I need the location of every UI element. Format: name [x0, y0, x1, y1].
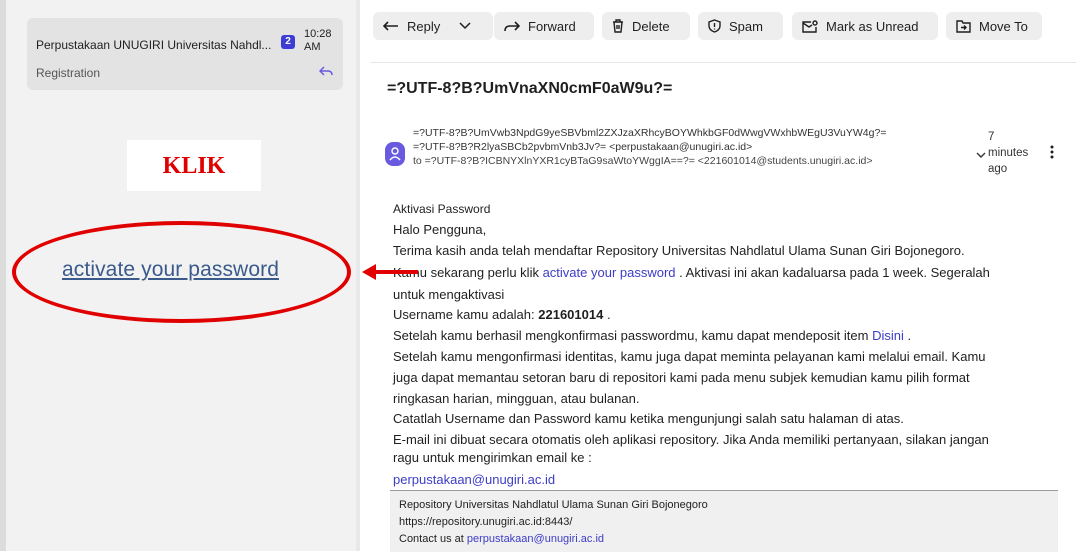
- mark-as-unread-label: Mark as Unread: [826, 18, 919, 34]
- reply-separator: [452, 17, 453, 35]
- shield-icon: [708, 19, 721, 33]
- footer-repository-link[interactable]: https://repository.unugiri.ac.id:8443/: [399, 516, 572, 528]
- reply-icon: [318, 64, 333, 82]
- username-value: 221601014: [538, 307, 604, 322]
- body-activation-line2: untuk mengaktivasi: [393, 287, 505, 302]
- delete-button[interactable]: Delete: [602, 12, 690, 40]
- received-time-suffix: ago: [988, 163, 1008, 175]
- body-thanks: Terima kasih anda telah mendaftar Reposi…: [393, 243, 965, 258]
- spam-label: Spam: [729, 18, 763, 34]
- message-sender: Perpustakaan UNUGIRI Universitas Nahdl..…: [36, 38, 272, 52]
- disini-link[interactable]: Disini: [872, 328, 904, 343]
- activation-suffix: . Aktivasi ini akan kadaluarsa pada 1 we…: [675, 265, 990, 280]
- body-auto-email-line1: E-mail ini dibuat secara otomatis oleh a…: [393, 432, 989, 447]
- footer-contact-prefix: Contact us at: [399, 533, 467, 545]
- forward-icon: [504, 20, 520, 32]
- forward-button[interactable]: Forward: [494, 12, 594, 40]
- body-service-line1: Setelah kamu mengonfirmasi identitas, ka…: [393, 349, 986, 364]
- body-note-line: Catatlah Username dan Password kamu keti…: [393, 411, 904, 426]
- reply-button[interactable]: Reply: [373, 12, 493, 40]
- delete-label: Delete: [632, 18, 670, 34]
- person-icon: [389, 147, 401, 161]
- forward-label: Forward: [528, 18, 576, 34]
- footer-contact-email-link[interactable]: perpustakaan@unugiri.ac.id: [467, 533, 604, 545]
- expand-details-icon[interactable]: [976, 146, 986, 164]
- reply-icon: [383, 20, 399, 32]
- message-list-panel: Perpustakaan UNUGIRI Universitas Nahdl..…: [0, 0, 356, 551]
- activate-password-link[interactable]: activate your password: [543, 265, 676, 280]
- trash-icon: [612, 19, 624, 33]
- mail-unread-icon: [802, 19, 818, 33]
- move-to-label: Move To: [979, 18, 1028, 34]
- message-time-value: 10:28: [304, 28, 332, 40]
- received-time: 7 minutes ago: [988, 129, 1028, 177]
- received-time-unit: minutes: [988, 147, 1029, 159]
- contact-email-link[interactable]: perpustakaan@unugiri.ac.id: [393, 472, 555, 487]
- body-deposit-line: Setelah kamu berhasil mengkonfirmasi pas…: [393, 328, 911, 343]
- email-subject: =?UTF-8?B?UmVnaXN0cmF0aW9u?=: [387, 80, 673, 97]
- username-suffix: .: [603, 307, 611, 322]
- message-time: 10:28 AM: [304, 28, 332, 54]
- message-list-item[interactable]: Perpustakaan UNUGIRI Universitas Nahdl..…: [27, 18, 343, 90]
- message-subject: Registration: [36, 66, 101, 80]
- sender-avatar[interactable]: [385, 142, 405, 166]
- annotation-arrow: [360, 260, 420, 289]
- body-service-line2: juga dapat memantau setoran baru di repo…: [393, 370, 970, 385]
- highlight-ellipse: [12, 221, 351, 323]
- recipient-line: to =?UTF-8?B?ICBNYXlnYXR1cyBTaG9saWtoYWg…: [413, 155, 873, 167]
- klik-annotation-box: KLIK: [127, 140, 261, 191]
- spam-button[interactable]: Spam: [698, 12, 783, 40]
- sender-name-line2: =?UTF-8?B?R2lyaSBCb2pvbmVnb3Jv?= <perpus…: [413, 141, 753, 153]
- more-options-icon[interactable]: [1050, 145, 1054, 164]
- thread-count-badge: 2: [281, 35, 295, 49]
- footer-org-name: Repository Universitas Nahdlatul Ulama S…: [399, 499, 708, 511]
- body-greeting: Halo Pengguna,: [393, 222, 487, 237]
- reply-label: Reply: [407, 18, 441, 34]
- received-time-number: 7: [988, 131, 995, 143]
- mark-as-unread-button[interactable]: Mark as Unread: [792, 12, 938, 40]
- body-username-line: Username kamu adalah: 221601014 .: [393, 307, 611, 322]
- folder-move-icon: [956, 19, 971, 33]
- message-time-ampm: AM: [304, 41, 321, 53]
- klik-annotation-text: KLIK: [162, 153, 226, 179]
- body-activation-line: Kamu sekarang perlu klik activate your p…: [393, 265, 990, 280]
- username-prefix: Username kamu adalah:: [393, 307, 539, 322]
- move-to-button[interactable]: Move To: [946, 12, 1042, 40]
- panel-edge: [0, 0, 6, 551]
- deposit-prefix: Setelah kamu berhasil mengkonfirmasi pas…: [393, 328, 873, 343]
- deposit-suffix: .: [903, 328, 912, 343]
- footer-contact-line: Contact us at perpustakaan@unugiri.ac.id: [399, 533, 604, 545]
- body-auto-email-line2: ragu untuk mengirimkan email ke :: [393, 450, 592, 465]
- sender-name-line1: =?UTF-8?B?UmVwb3NpdG9yeSBVbml2ZXJzaXRhcy…: [413, 127, 887, 139]
- body-heading: Aktivasi Password: [393, 202, 491, 216]
- body-service-line3: ringkasan harian, mingguan, atau bulanan…: [393, 391, 640, 406]
- chevron-down-icon[interactable]: [459, 22, 471, 30]
